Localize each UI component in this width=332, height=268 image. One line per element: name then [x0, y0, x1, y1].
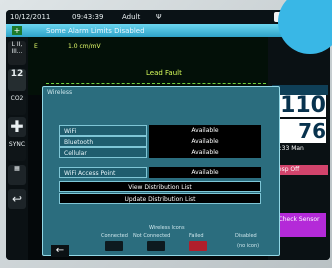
time: 09:43:39 [72, 13, 104, 21]
wifi-label: WiFi [59, 125, 147, 136]
failed-label: Failed [189, 233, 204, 239]
sync-button[interactable]: SYNC [8, 141, 26, 161]
bp-time: 09:33 Man [272, 145, 304, 152]
disabled-note: (no icon) [237, 243, 260, 249]
bluetooth-row[interactable]: Bluetooth Available [59, 136, 261, 147]
connected-label: Connected [101, 233, 128, 239]
resp-tag: Resp Off [272, 165, 328, 175]
alarm-banner-text: Some Alarm Limits Disabled [46, 27, 145, 35]
bluetooth-label: Bluetooth [59, 136, 147, 147]
connected-icon [105, 241, 123, 251]
not-connected-icon [147, 241, 165, 251]
patient-mode: Adult [122, 13, 141, 21]
wireless-icons-title: Wireless Icons [149, 225, 185, 231]
monitor-screen: 10/12/2011 09:43:39 Adult Ψ 2:00 + Some … [6, 10, 330, 260]
monitor-icon[interactable]: ▦ [8, 165, 26, 185]
not-connected-label: Not Connected [133, 233, 171, 239]
wifi-access-point-label: WiFi Access Point [59, 167, 147, 178]
lead-label: E [34, 43, 38, 50]
update-distribution-list-button[interactable]: Update Distribution List [59, 193, 261, 204]
cellular-label: Cellular [59, 147, 147, 158]
add-icon[interactable]: ✚ [8, 117, 26, 137]
left-toolbar: L II, III... 12 CO2 ✚ SYNC ▦ ↩ [6, 37, 28, 260]
check-sensor-tag: Check Sensor [272, 213, 326, 237]
antenna-icon: Ψ [156, 13, 162, 21]
failed-icon [189, 241, 207, 251]
date: 10/12/2011 [10, 13, 51, 21]
bluetooth-status: Available [149, 136, 261, 147]
12-lead-button[interactable]: 12 [8, 69, 26, 91]
wireless-icons-legend: Wireless Icons Connected Not Connected F… [59, 225, 263, 251]
plus-icon: + [12, 26, 22, 35]
view-distribution-list-button[interactable]: View Distribution List [59, 181, 261, 192]
wifi-row[interactable]: WiFi Available [59, 125, 261, 136]
gain-label: 1.0 cm/mV [68, 43, 101, 50]
cellular-row[interactable]: Cellular Available [59, 147, 261, 158]
disabled-label: Disabled [235, 233, 257, 239]
co2-button[interactable]: CO2 [8, 95, 26, 115]
lead-fault-label: Lead Fault [146, 69, 182, 77]
wifi-access-point-status: Available [149, 167, 261, 178]
waveform-line [46, 83, 266, 84]
wifi-status: Available [149, 125, 261, 136]
dialog-title: Wireless [47, 89, 73, 96]
cellular-status: Available [149, 147, 261, 158]
device-frame: 10/12/2011 09:43:39 Adult Ψ 2:00 + Some … [0, 0, 332, 268]
wifi-access-point-row[interactable]: WiFi Access Point Available [59, 167, 261, 178]
wireless-dialog: Wireless WiFi Available Bluetooth Availa… [42, 86, 280, 257]
back-arrow-button[interactable]: ← [51, 245, 69, 257]
lead-select-button[interactable]: L II, III... [8, 41, 26, 65]
back-icon[interactable]: ↩ [8, 189, 26, 209]
